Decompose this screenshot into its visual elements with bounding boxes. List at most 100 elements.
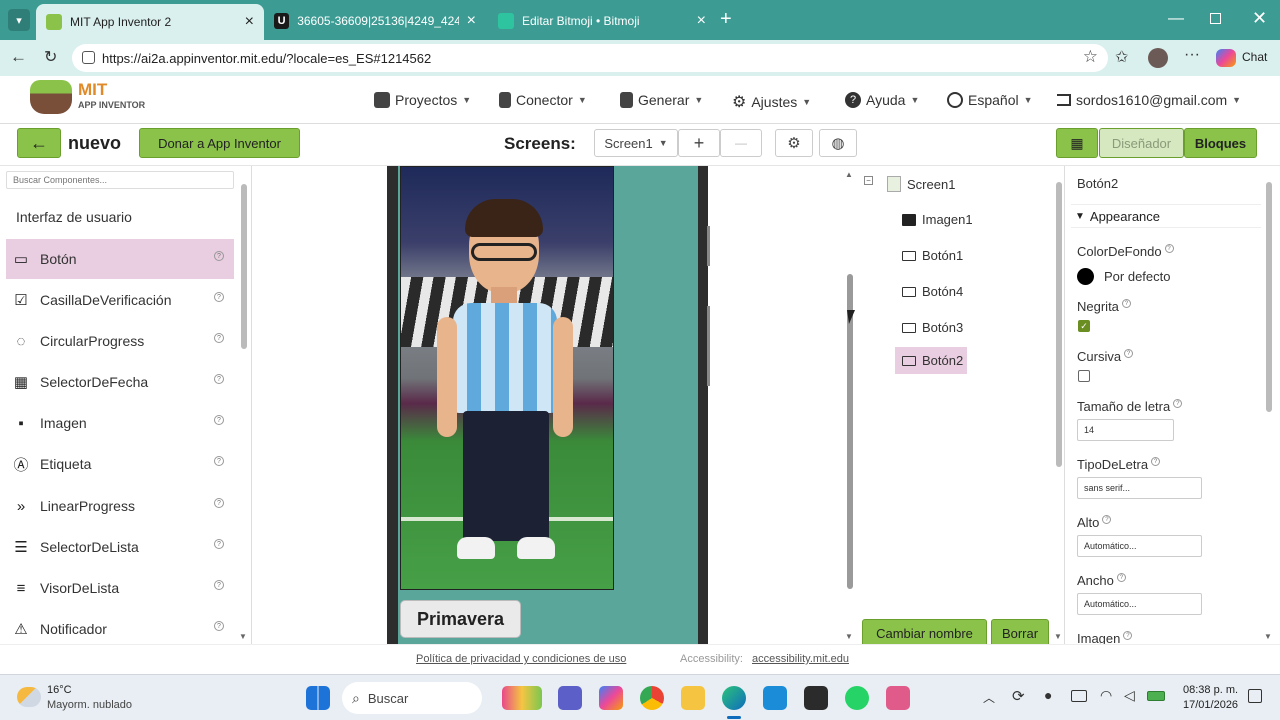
windows-start-icon[interactable] — [306, 686, 330, 710]
properties-scrollbar[interactable] — [1266, 182, 1272, 412]
tray-sync-icon[interactable]: ⟳ — [1012, 687, 1025, 705]
help-icon[interactable]: ? — [214, 333, 224, 343]
palette-item-image[interactable]: ▪ Imagen? — [6, 403, 234, 443]
palette-category[interactable]: Interfaz de usuario — [16, 209, 132, 225]
menu-language[interactable]: Español ▼ — [947, 92, 1033, 108]
teams-icon[interactable] — [558, 686, 582, 710]
app-icon[interactable] — [763, 686, 787, 710]
reload-icon[interactable]: ↻ — [44, 47, 57, 67]
palette-item-notifier[interactable]: ⚠ Notificador? — [6, 609, 234, 649]
bold-checkbox[interactable]: ✓ — [1078, 320, 1090, 332]
palette-search-input[interactable] — [6, 171, 234, 189]
screen-select[interactable]: Screen1 ▼ — [594, 129, 678, 157]
chat-label[interactable]: Chat — [1242, 50, 1267, 64]
toggle-panels-icon[interactable]: ▦ — [1056, 128, 1098, 158]
rename-button[interactable]: Cambiar nombre — [862, 619, 987, 647]
menu-connect[interactable]: Conector ▼ — [499, 92, 587, 108]
favorite-star-icon[interactable]: ☆ — [1083, 47, 1098, 67]
menu-build[interactable]: Generar ▼ — [620, 92, 703, 108]
tab-actions-icon[interactable]: ▾ — [8, 9, 30, 31]
close-tab-icon[interactable]: × — [467, 12, 476, 30]
help-icon[interactable]: ? — [214, 415, 224, 425]
help-icon[interactable]: ? — [1102, 515, 1112, 524]
scroll-down-icon[interactable]: ▼ — [845, 632, 853, 641]
palette-item-button[interactable]: ▭ Botón? — [6, 239, 234, 279]
help-icon[interactable]: ? — [214, 251, 224, 261]
microphone-icon[interactable]: ● — [1044, 687, 1052, 703]
whatsapp-icon[interactable] — [845, 686, 869, 710]
menu-help[interactable]: ? Ayuda ▼ — [845, 92, 919, 108]
browser-tab-bitmoji[interactable]: Editar Bitmoji • Bitmoji × — [488, 6, 716, 36]
help-icon[interactable]: ? — [1173, 399, 1183, 408]
clock-time[interactable]: 08:38 p. m. — [1183, 684, 1238, 696]
delete-button[interactable]: Borrar — [991, 619, 1049, 647]
help-icon[interactable]: ? — [1164, 244, 1174, 253]
edge-icon[interactable] — [722, 686, 746, 710]
copilot-icon[interactable] — [1216, 49, 1236, 67]
profile-avatar[interactable] — [1148, 48, 1168, 68]
back-to-projects-button[interactable]: ← — [17, 128, 61, 158]
help-icon[interactable]: ? — [214, 539, 224, 549]
menu-settings[interactable]: ⚙ Ajustes ▼ — [732, 92, 811, 112]
remove-screen-button[interactable]: — — [720, 129, 762, 157]
app-inventor-logo[interactable]: MIT APP INVENTOR — [30, 78, 160, 118]
accessibility-link[interactable]: accessibility.mit.edu — [752, 653, 849, 665]
favorites-icon[interactable]: ✩ — [1115, 47, 1128, 67]
palette-item-listpicker[interactable]: ☰ SelectorDeLista? — [6, 527, 234, 567]
add-screen-button[interactable]: + — [678, 129, 720, 157]
width-input[interactable]: Automático... — [1077, 593, 1202, 615]
copilot-taskbar-icon[interactable] — [599, 686, 623, 710]
tree-scrollbar[interactable] — [1056, 182, 1062, 467]
scroll-down-icon[interactable]: ▼ — [1054, 632, 1062, 641]
help-icon[interactable]: ? — [1121, 299, 1131, 308]
scroll-down-icon[interactable]: ▼ — [1264, 632, 1272, 641]
scroll-down-icon[interactable]: ▼ — [239, 632, 247, 641]
help-icon[interactable]: ? — [1123, 631, 1133, 640]
file-explorer-icon[interactable] — [681, 686, 705, 710]
help-icon[interactable]: ? — [214, 621, 224, 631]
preview-globe-icon[interactable]: ◍ — [819, 129, 857, 157]
bgcolor-picker[interactable]: Por defecto — [1077, 268, 1171, 285]
url-field[interactable]: https://ai2a.appinventor.mit.edu/?locale… — [72, 44, 1108, 72]
palette-item-linearprogress[interactable]: » LinearProgress? — [6, 486, 234, 526]
close-tab-icon[interactable]: × — [697, 12, 706, 30]
help-icon[interactable]: ? — [1116, 573, 1126, 582]
tree-item-boton2[interactable]: Botón2 — [895, 347, 968, 374]
tulips-widget-icon[interactable] — [502, 686, 542, 710]
help-icon[interactable]: ? — [214, 498, 224, 508]
weather-icon[interactable] — [17, 687, 41, 707]
project-properties-icon[interactable]: ⚙ — [775, 129, 813, 157]
new-tab-icon[interactable]: + — [720, 8, 732, 31]
appearance-section-header[interactable]: ▼ Appearance — [1071, 204, 1261, 228]
back-icon[interactable]: ← — [10, 47, 27, 67]
tray-chevron-icon[interactable]: ︿ — [983, 689, 995, 706]
terminal-icon[interactable] — [804, 686, 828, 710]
collapse-icon[interactable]: − — [864, 176, 873, 185]
help-icon[interactable]: ? — [214, 580, 224, 590]
keyboard-icon[interactable] — [1071, 690, 1087, 702]
minimize-icon[interactable]: — — [1168, 10, 1184, 28]
palette-item-listview[interactable]: ≡ VisorDeLista? — [6, 568, 234, 608]
tree-item-boton4[interactable]: Botón4 — [902, 284, 963, 299]
height-input[interactable]: Automático... — [1077, 535, 1202, 557]
browser-tab-activity[interactable]: U 36605-36609|25136|4249_4249: Act × — [264, 6, 486, 36]
more-icon[interactable]: ··· — [1184, 46, 1200, 64]
scroll-up-icon[interactable]: ▲ — [845, 170, 853, 179]
palette-item-datepicker[interactable]: ▦ SelectorDeFecha? — [6, 362, 234, 402]
privacy-link[interactable]: Política de privacidad y condiciones de … — [416, 653, 626, 665]
tree-item-boton1[interactable]: Botón1 — [902, 248, 963, 263]
help-icon[interactable]: ? — [214, 292, 224, 302]
tree-item-imagen1[interactable]: Imagen1 — [902, 212, 973, 227]
taskbar-search[interactable]: ⌕ Buscar — [342, 682, 482, 714]
battery-icon[interactable] — [1147, 691, 1165, 701]
tree-item-boton3[interactable]: Botón3 — [902, 320, 963, 335]
help-icon[interactable]: ? — [214, 374, 224, 384]
site-info-icon[interactable] — [82, 51, 95, 64]
help-icon[interactable]: ? — [214, 456, 224, 466]
typeface-input[interactable]: sans serif... — [1077, 477, 1202, 499]
imagen1-bitmoji-image[interactable] — [400, 166, 614, 590]
help-icon[interactable]: ? — [1124, 349, 1134, 358]
menu-projects[interactable]: Proyectos ▼ — [374, 92, 471, 108]
fontsize-input[interactable]: 14 — [1077, 419, 1174, 441]
donate-button[interactable]: Donar a App Inventor — [139, 128, 300, 158]
